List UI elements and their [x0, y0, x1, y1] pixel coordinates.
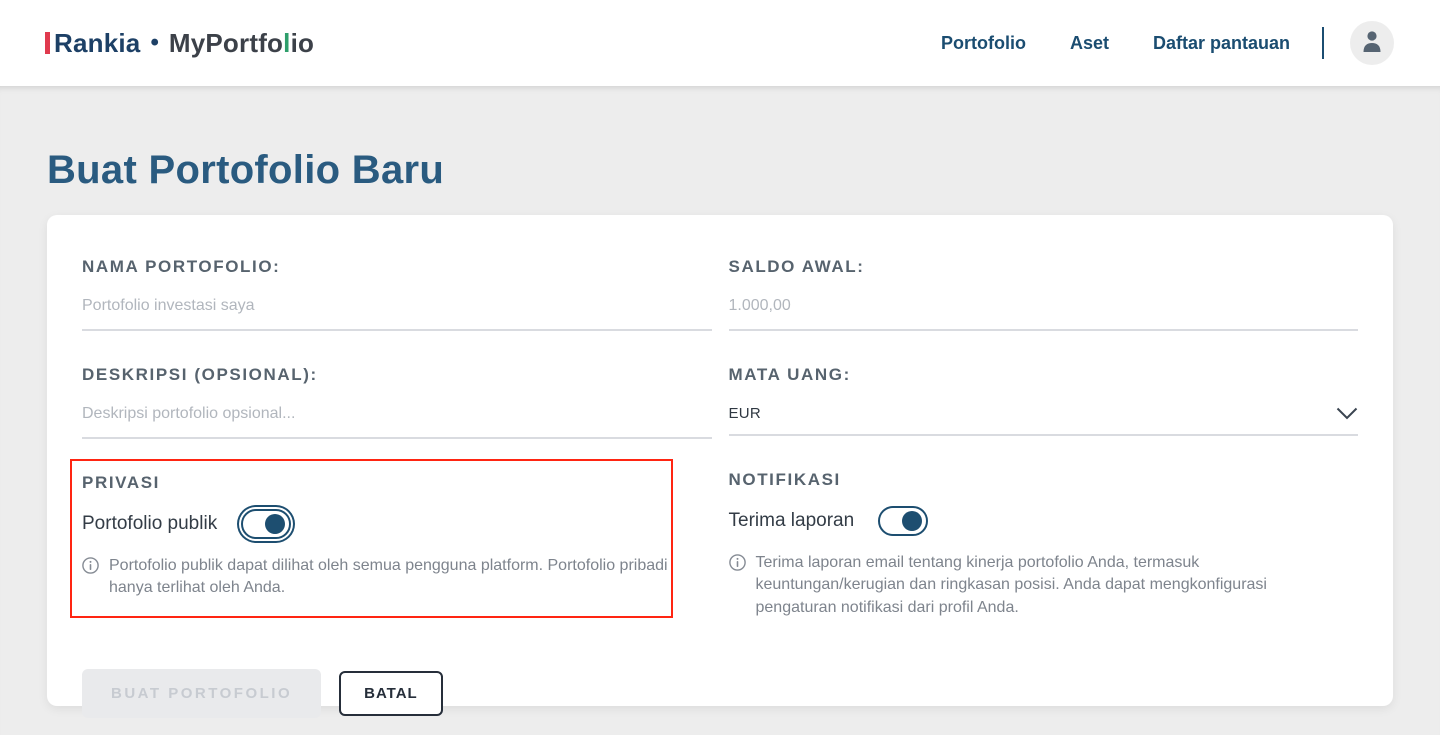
privasi-section: PRIVASI Portofolio publik Portofolio pub…: [82, 473, 712, 600]
deskripsi-field: DESKRIPSI (OPSIONAL):: [82, 365, 712, 439]
app-logo[interactable]: Rankia • MyPortfolio: [45, 28, 314, 59]
chevron-down-icon: [1336, 407, 1358, 420]
nav-item-aset[interactable]: Aset: [1070, 33, 1109, 54]
form-actions: BUAT PORTOFOLIO BATAL: [82, 669, 1358, 718]
mata-uang-select[interactable]: EUR: [729, 405, 1359, 436]
mata-uang-field: MATA UANG: EUR: [729, 365, 1359, 436]
page-body: Buat Portofolio Baru NAMA PORTOFOLIO: DE…: [0, 86, 1440, 735]
terima-laporan-toggle[interactable]: [878, 506, 928, 536]
page-title: Buat Portofolio Baru: [47, 86, 1393, 193]
nama-portofolio-input[interactable]: [82, 297, 712, 331]
portofolio-publik-label: Portofolio publik: [82, 513, 217, 535]
person-icon: [1359, 28, 1385, 59]
batal-button[interactable]: BATAL: [339, 671, 443, 716]
notifikasi-heading: NOTIFIKASI: [729, 470, 1359, 490]
nama-portofolio-field: NAMA PORTOFOLIO:: [82, 257, 712, 331]
notifikasi-info-text: Terima laporan email tentang kinerja por…: [756, 552, 1321, 619]
nav-item-portofolio[interactable]: Portofolio: [941, 33, 1026, 54]
nama-portofolio-label: NAMA PORTOFOLIO:: [82, 257, 712, 277]
privasi-heading: PRIVASI: [82, 473, 712, 493]
top-header: Rankia • MyPortfolio Portofolio Aset Daf…: [0, 0, 1440, 86]
notifikasi-section: NOTIFIKASI Terima laporan Terima laporan…: [729, 470, 1359, 619]
main-nav: Portofolio Aset Daftar pantauan: [897, 21, 1394, 65]
info-icon: [729, 554, 746, 571]
deskripsi-label: DESKRIPSI (OPSIONAL):: [82, 365, 712, 385]
terima-laporan-label: Terima laporan: [729, 510, 855, 532]
privasi-info-text: Portofolio publik dapat dilihat oleh sem…: [109, 555, 674, 600]
form-right-column: SALDO AWAL: MATA UANG: EUR NOTIFIKASI Te…: [729, 257, 1359, 619]
nav-item-daftar-pantauan[interactable]: Daftar pantauan: [1153, 33, 1290, 54]
nav-divider: [1322, 27, 1324, 59]
product-name: MyPortfolio: [169, 28, 314, 59]
mata-uang-label: MATA UANG:: [729, 365, 1359, 385]
saldo-awal-input[interactable]: [729, 297, 1359, 331]
portofolio-publik-toggle[interactable]: [241, 509, 291, 539]
create-portfolio-card: NAMA PORTOFOLIO: DESKRIPSI (OPSIONAL): P…: [47, 215, 1393, 706]
deskripsi-input[interactable]: [82, 405, 712, 439]
saldo-awal-field: SALDO AWAL:: [729, 257, 1359, 331]
user-avatar[interactable]: [1350, 21, 1394, 65]
info-icon: [82, 557, 99, 574]
form-left-column: NAMA PORTOFOLIO: DESKRIPSI (OPSIONAL): P…: [82, 257, 712, 600]
buat-portofolio-button[interactable]: BUAT PORTOFOLIO: [82, 669, 321, 718]
mata-uang-selected-value: EUR: [729, 405, 762, 422]
logo-separator: •: [150, 29, 158, 57]
brand-name: Rankia: [45, 28, 140, 59]
saldo-awal-label: SALDO AWAL:: [729, 257, 1359, 277]
